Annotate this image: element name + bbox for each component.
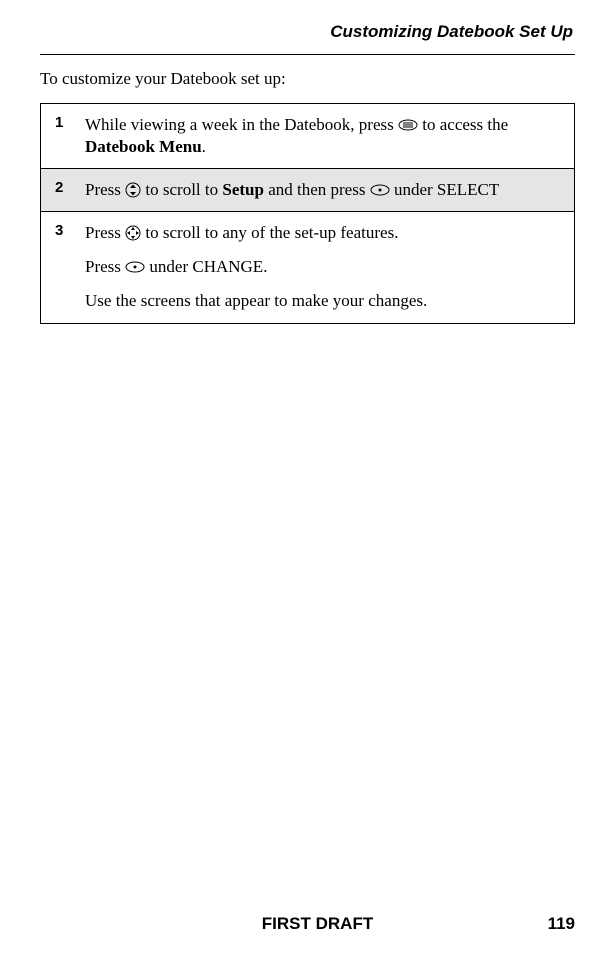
step-number: 2 xyxy=(41,169,81,211)
page: Customizing Datebook Set Up To customize… xyxy=(0,0,615,962)
bold-text: Datebook Menu xyxy=(85,137,202,156)
softkey-icon xyxy=(125,261,145,273)
menu-key-icon xyxy=(398,119,418,131)
step-paragraph: Press to scroll to any of the set-up fea… xyxy=(85,222,560,244)
step-paragraph: Use the screens that appear to make your… xyxy=(85,290,560,312)
step-text: Press to scroll to any of the set-up fea… xyxy=(81,212,574,322)
footer-draft: FIRST DRAFT xyxy=(100,914,535,934)
bold-text: Setup xyxy=(222,180,264,199)
step-row: 3Press to scroll to any of the set-up fe… xyxy=(41,212,574,322)
footer-page-number: 119 xyxy=(535,914,575,934)
header-rule xyxy=(40,54,575,55)
page-footer: FIRST DRAFT 119 xyxy=(40,914,575,934)
step-row: 2Press to scroll to Setup and then press… xyxy=(41,169,574,212)
section-title: Customizing Datebook Set Up xyxy=(40,22,575,42)
intro-text: To customize your Datebook set up: xyxy=(40,69,575,89)
steps-table: 1While viewing a week in the Datebook, p… xyxy=(40,103,575,324)
nav-key-icon xyxy=(125,225,141,241)
dot-key-icon xyxy=(370,184,390,196)
step-row: 1While viewing a week in the Datebook, p… xyxy=(41,104,574,169)
step-number: 3 xyxy=(41,212,81,322)
step-number: 1 xyxy=(41,104,81,168)
step-paragraph: Press under CHANGE. xyxy=(85,256,560,278)
step-text: While viewing a week in the Datebook, pr… xyxy=(81,104,574,168)
step-text: Press to scroll to Setup and then press … xyxy=(81,169,574,211)
up-down-icon xyxy=(125,182,141,198)
